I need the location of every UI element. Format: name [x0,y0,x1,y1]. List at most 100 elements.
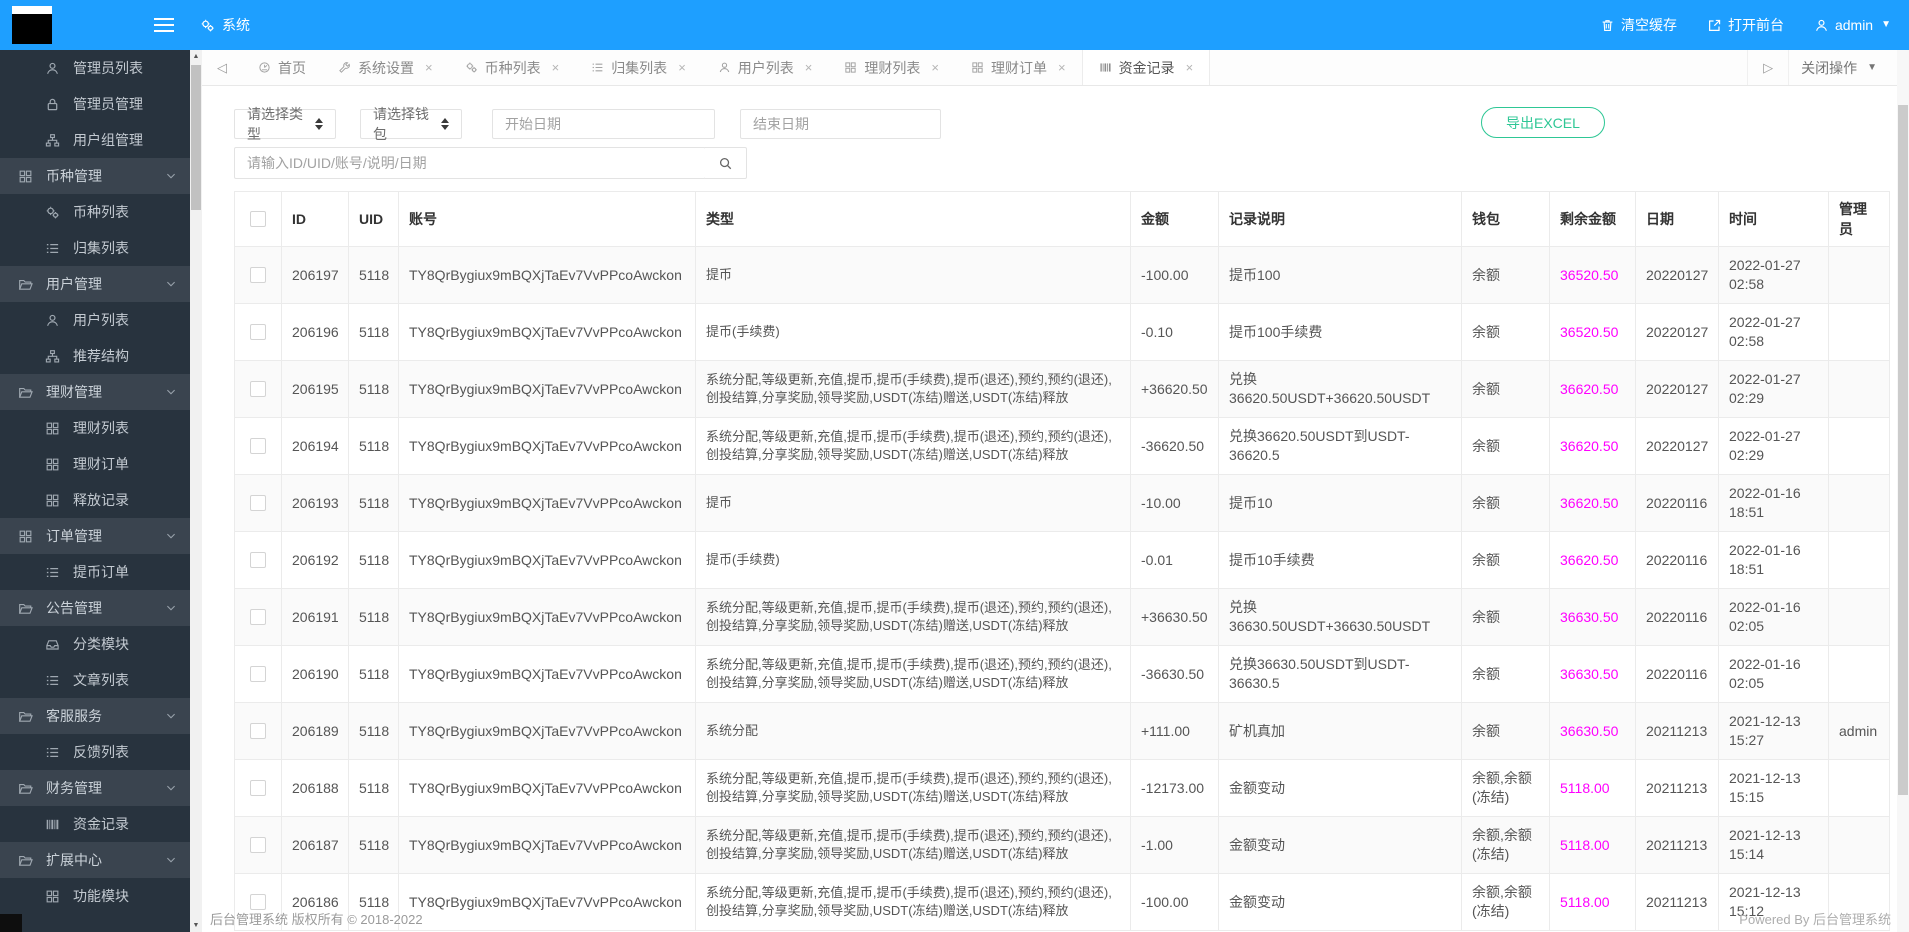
column-header-desc: 记录说明 [1219,192,1462,247]
row-checkbox[interactable] [250,609,266,625]
tab-user-list[interactable]: 用户列表× [702,50,829,85]
tabs-scroll-left-icon[interactable]: ◁ [202,50,242,85]
main-area: ◁ 首页系统设置×币种列表×归集列表×用户列表×理财列表×理财订单×资金记录× … [202,50,1897,932]
tab-system-settings[interactable]: 系统设置× [322,50,449,85]
sidebar-item-coin-manage[interactable]: 币种管理 [0,158,190,194]
tab-close-icon[interactable]: × [552,60,560,75]
sidebar-scroll-down-icon[interactable]: ▼ [190,919,202,932]
tab-label: 资金记录 [1119,58,1175,78]
tabs-scroll-right-icon[interactable]: ▷ [1748,50,1788,85]
cell-balance: 36620.50 [1550,475,1636,532]
tab-coin-list[interactable]: 币种列表× [449,50,576,85]
cell-id: 206188 [282,760,349,817]
cell-date: 20211213 [1636,817,1719,874]
sidebar-item-finance-orders[interactable]: 理财订单 [0,446,190,482]
sidebar-scroll-up-icon[interactable]: ▲ [190,50,202,63]
cell-type: 系统分配,等级更新,充值,提币,提币(手续费),提币(退还),预约,预约(退还)… [696,817,1131,874]
topbar: 系统 清空缓存 打开前台 admin▼ [0,0,1909,50]
topbar-action-clear-cache[interactable]: 清空缓存 [1600,15,1677,35]
tab-fund-records[interactable]: 资金记录 × [1082,50,1211,85]
list-icon [45,565,60,580]
row-checkbox[interactable] [250,837,266,853]
type-select[interactable]: 请选择类型 [234,109,336,139]
row-checkbox[interactable] [250,438,266,454]
start-date-input[interactable] [492,109,715,139]
sidebar-item-feedback-list[interactable]: 反馈列表 [0,734,190,770]
export-excel-button[interactable]: 导出EXCEL [1481,107,1605,138]
tab-close-icon[interactable]: × [1186,60,1194,75]
column-header-admin: 管理员 [1829,192,1890,247]
sidebar-item-release-records[interactable]: 释放记录 [0,482,190,518]
system-menu-label: 系统 [222,15,250,35]
sidebar-item-extension-center[interactable]: 扩展中心 [0,842,190,878]
sidebar-item-fund-records[interactable]: 资金记录 [0,806,190,842]
row-checkbox[interactable] [250,381,266,397]
row-select-cell [235,304,282,361]
sidebar-item-finance-list[interactable]: 理财列表 [0,410,190,446]
tab-finance-list[interactable]: 理财列表× [828,50,955,85]
cell-desc: 兑换 36630.50USDT+36630.50USDT [1219,589,1462,646]
cell-account: TY8QrBygiux9mBQXjTaEv7VvPPcoAwckon [399,247,696,304]
cell-account: TY8QrBygiux9mBQXjTaEv7VvPPcoAwckon [399,361,696,418]
search-button[interactable] [705,147,747,179]
hamburger-menu-icon[interactable] [152,14,176,36]
sidebar-item-category-module[interactable]: 分类模块 [0,626,190,662]
cell-desc: 提币10手续费 [1219,532,1462,589]
sidebar-item-treasury-manage[interactable]: 财务管理 [0,770,190,806]
tab-finance-orders[interactable]: 理财订单× [955,50,1082,85]
tab-close-icon[interactable]: × [805,60,813,75]
row-checkbox[interactable] [250,780,266,796]
row-checkbox[interactable] [250,723,266,739]
tab-home[interactable]: 首页 [242,50,322,85]
sidebar-item-user-group-manage[interactable]: 用户组管理 [0,122,190,158]
close-operations-dropdown[interactable]: 关闭操作 ▼ [1788,50,1897,85]
wallet-select[interactable]: 请选择钱包 [360,109,462,139]
topbar-system-menu[interactable]: 系统 [200,0,250,50]
list-icon [591,61,604,74]
row-checkbox[interactable] [250,495,266,511]
sidebar-item-user-manage[interactable]: 用户管理 [0,266,190,302]
sidebar-item-function-module[interactable]: 功能模块 [0,878,190,914]
sidebar-item-collect-list[interactable]: 归集列表 [0,230,190,266]
sidebar-item-customer-service[interactable]: 客服服务 [0,698,190,734]
cell-amount: -1.00 [1131,817,1219,874]
cell-date: 20220127 [1636,304,1719,361]
page-scroll-thumb[interactable] [1898,105,1908,795]
sidebar-item-coin-list[interactable]: 币种列表 [0,194,190,230]
cell-id: 206197 [282,247,349,304]
sidebar-item-referral-structure[interactable]: 推荐结构 [0,338,190,374]
cell-type: 提币 [696,247,1131,304]
tab-close-icon[interactable]: × [931,60,939,75]
tab-close-icon[interactable]: × [1058,60,1066,75]
folder-icon [18,601,33,616]
search-input[interactable] [234,147,706,179]
row-checkbox[interactable] [250,666,266,682]
sidebar-scroll-thumb[interactable] [191,65,201,210]
row-select-cell [235,589,282,646]
sidebar-item-admin-list[interactable]: 管理员列表 [0,50,190,86]
topbar-action-open-frontend[interactable]: 打开前台 [1707,15,1784,35]
sidebar-item-finance-manage[interactable]: 理财管理 [0,374,190,410]
topbar-action-admin-user[interactable]: admin▼ [1814,17,1891,33]
sidebar-item-admin-manage[interactable]: 管理员管理 [0,86,190,122]
row-checkbox[interactable] [250,267,266,283]
row-checkbox[interactable] [250,552,266,568]
tab-collect-list[interactable]: 归集列表× [575,50,702,85]
sidebar-item-order-manage[interactable]: 订单管理 [0,518,190,554]
sidebar-item-withdraw-orders[interactable]: 提币订单 [0,554,190,590]
tabbar: ◁ 首页系统设置×币种列表×归集列表×用户列表×理财列表×理财订单×资金记录× … [202,50,1897,86]
cell-type: 提币(手续费) [696,532,1131,589]
sidebar-item-label: 财务管理 [46,778,102,798]
sidebar-item-notice-manage[interactable]: 公告管理 [0,590,190,626]
lock-icon [45,97,60,112]
tab-close-icon[interactable]: × [425,60,433,75]
sidebar-item-user-list[interactable]: 用户列表 [0,302,190,338]
cell-id: 206194 [282,418,349,475]
row-checkbox[interactable] [250,324,266,340]
table-row: 2061975118TY8QrBygiux9mBQXjTaEv7VvPPcoAw… [235,247,1890,304]
column-header-type: 类型 [696,192,1131,247]
select-all-checkbox[interactable] [250,211,266,227]
tab-close-icon[interactable]: × [678,60,686,75]
sidebar-item-article-list[interactable]: 文章列表 [0,662,190,698]
end-date-input[interactable] [740,109,941,139]
